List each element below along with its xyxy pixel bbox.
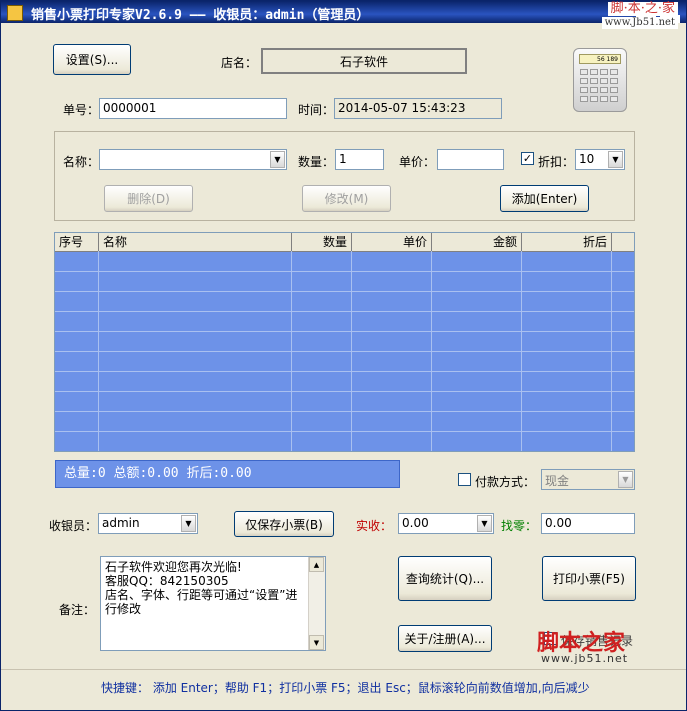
chevron-down-icon: ▼ (618, 471, 633, 488)
change-display: 0.00 (541, 513, 635, 534)
received-label: 实收： (356, 519, 393, 533)
notes-scrollbar[interactable]: ▲ ▼ (308, 557, 325, 650)
store-name-display: 石子软件 (261, 48, 467, 74)
store-label: 店名： (221, 56, 258, 70)
column-header-quantity[interactable]: 数量 (292, 233, 352, 251)
window-title: 销售小票打印专家V2.6.9 —— 收银员：admin（管理员） (31, 8, 370, 23)
settings-button[interactable]: 设置(S)... (53, 44, 131, 75)
received-value: 0.00 (402, 516, 429, 530)
notes-textarea[interactable]: 石子软件欢迎您再次光临! 客服QQ：842150305 店名、字体、行距等可通过… (100, 556, 326, 651)
column-header-index[interactable]: 序号 (55, 233, 99, 251)
order-number-input[interactable]: 0000001 (99, 98, 287, 119)
cashier-combo[interactable]: admin ▼ (98, 513, 198, 534)
price-label: 单价： (399, 155, 436, 169)
column-header-price[interactable]: 单价 (352, 233, 432, 251)
received-combo[interactable]: 0.00 ▼ (398, 513, 494, 534)
add-button[interactable]: 添加(Enter) (500, 185, 589, 212)
calculator-display: 56 189 (579, 54, 621, 64)
app-icon (7, 5, 23, 21)
cashier-label: 收银员： (49, 519, 98, 533)
watermark-bottom-url: www.jb51.net (541, 652, 629, 665)
print-receipt-button[interactable]: 打印小票(F5) (542, 556, 636, 601)
column-header-name[interactable]: 名称 (99, 233, 292, 251)
payment-method-combo: 现金 ▼ (541, 469, 635, 490)
about-register-button[interactable]: 关于/注册(A)... (398, 625, 492, 652)
price-input[interactable] (437, 149, 504, 170)
time-label: 时间： (298, 103, 335, 117)
items-grid[interactable]: 序号 名称 数量 单价 金额 折后 (54, 232, 635, 452)
notes-text: 石子软件欢迎您再次光临! 客服QQ：842150305 店名、字体、行距等可通过… (105, 560, 298, 616)
discount-label: 折扣： (538, 155, 575, 169)
grid-header: 序号 名称 数量 单价 金额 折后 (55, 233, 634, 252)
discount-value: 10 (579, 152, 595, 166)
payment-method-label: 付款方式： (475, 475, 536, 489)
save-only-button[interactable]: 仅保存小票(B) (234, 511, 334, 537)
watermark-top-url: www.Jb51.net (601, 17, 678, 29)
chevron-down-icon[interactable]: ▼ (608, 151, 623, 168)
chevron-down-icon[interactable]: ▼ (181, 515, 196, 532)
calculator-icon[interactable]: 56 189 (573, 48, 627, 112)
quantity-input[interactable]: 1 (335, 149, 384, 170)
discount-combo[interactable]: 10 ▼ (575, 149, 625, 170)
title-bar[interactable]: 销售小票打印专家V2.6.9 —— 收银员：admin（管理员） 脚·本·之·家… (1, 1, 686, 29)
column-header-discounted[interactable]: 折后 (522, 233, 612, 251)
scroll-up-icon[interactable]: ▲ (309, 557, 324, 572)
discount-checkbox[interactable]: ✓ (521, 152, 534, 165)
footer-bar: 快捷键： 添加 Enter；帮助 F1；打印小票 F5；退出 Esc；鼠标滚轮向… (1, 669, 686, 710)
totals-summary: 总量:0 总额:0.00 折后:0.00 (55, 460, 400, 488)
chevron-down-icon[interactable]: ▼ (270, 151, 285, 168)
payment-method-checkbox[interactable] (458, 473, 471, 486)
change-label: 找零： (501, 519, 538, 533)
time-display: 2014-05-07 15:43:23 (334, 98, 502, 119)
cashier-value: admin (102, 516, 140, 530)
query-statistics-button[interactable]: 查询统计(Q)... (398, 556, 492, 601)
item-name-combo[interactable]: ▼ (99, 149, 287, 170)
watermark-top: 脚·本·之·家 (607, 2, 678, 16)
column-header-amount[interactable]: 金额 (432, 233, 522, 251)
modify-button[interactable]: 修改(M) (302, 185, 391, 212)
shortcut-hint: 快捷键： 添加 Enter；帮助 F1；打印小票 F5；退出 Esc；鼠标滚轮向… (101, 681, 590, 695)
item-name-label: 名称： (63, 155, 100, 169)
scroll-down-icon[interactable]: ▼ (309, 635, 324, 650)
app-window: 销售小票打印专家V2.6.9 —— 收银员：admin（管理员） 脚·本·之·家… (0, 0, 687, 711)
payment-method-value: 现金 (545, 474, 570, 488)
order-number-label: 单号： (63, 103, 100, 117)
chevron-down-icon[interactable]: ▼ (477, 515, 492, 532)
quantity-label: 数量： (298, 155, 335, 169)
notes-label: 备注： (59, 603, 96, 617)
delete-button[interactable]: 删除(D) (104, 185, 193, 212)
